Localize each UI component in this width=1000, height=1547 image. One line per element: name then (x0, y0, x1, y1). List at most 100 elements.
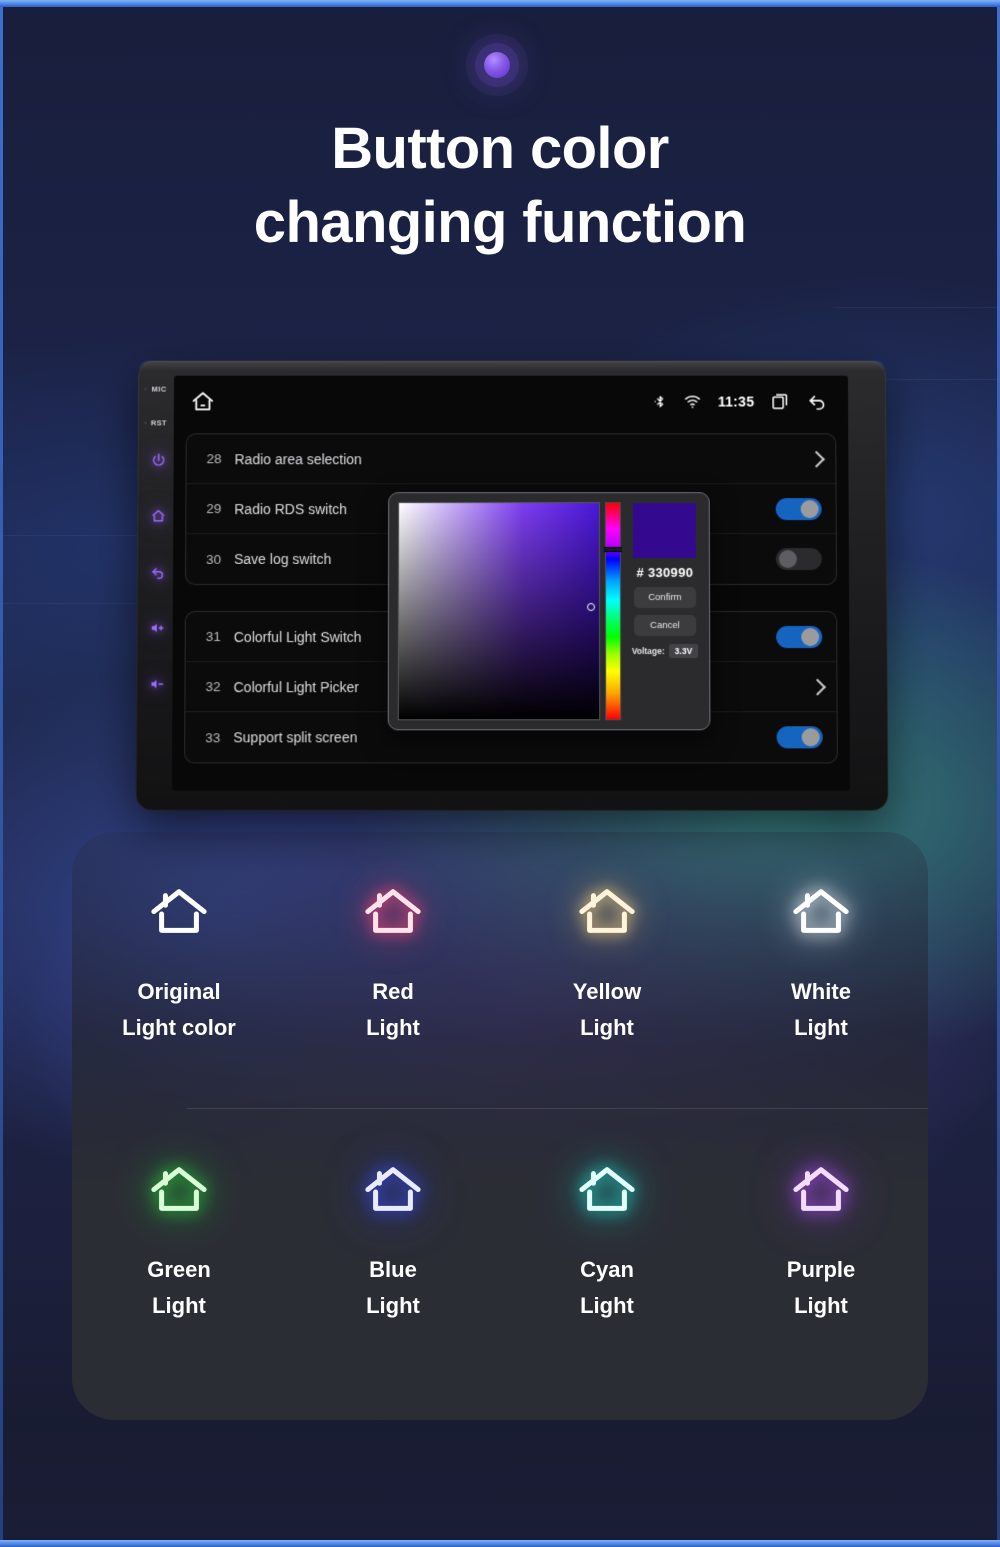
light-colors-card: Original Light color Red Light Yellow Li… (72, 832, 928, 1420)
reset-label: RST (145, 418, 173, 427)
selected-color-swatch (633, 503, 697, 559)
row-label: Colorful Light Picker (233, 678, 360, 695)
hex-value-display: #330990 (636, 565, 693, 580)
confirm-button[interactable]: Confirm (633, 586, 696, 609)
bluetooth-status-icon (653, 393, 668, 411)
volume-up-button[interactable] (146, 616, 170, 640)
light-color-item-white[interactable]: White Light (714, 832, 928, 1110)
row-number: 29 (206, 501, 222, 517)
caption-line-1: Red (372, 979, 414, 1004)
toggle-split-screen[interactable] (776, 726, 823, 749)
status-home-button[interactable] (190, 389, 216, 415)
toggle-radio-rds[interactable] (775, 497, 822, 520)
row-label: Radio RDS switch (234, 500, 348, 517)
device-screen: 11:35 28 Radio area selection 29 Radio R… (171, 375, 851, 791)
row-label: Support split screen (233, 729, 358, 746)
hash-symbol: # (636, 565, 645, 581)
color-picker-dialog: #330990 Confirm Cancel Voltage: 3.3V (387, 492, 711, 731)
toggle-knob (801, 627, 820, 646)
hue-slider-handle[interactable] (604, 547, 622, 553)
page-frame-bottom (0, 1540, 1000, 1547)
status-back-button[interactable] (806, 391, 828, 413)
wifi-status-icon (684, 394, 702, 410)
power-button[interactable] (147, 448, 171, 472)
page-title-line-1: Button color (331, 116, 669, 181)
cancel-button[interactable]: Cancel (633, 615, 696, 637)
row-number: 28 (206, 451, 222, 467)
row-number: 33 (205, 729, 221, 745)
home-icon (793, 1167, 849, 1211)
light-color-caption: Original Light color (122, 974, 236, 1046)
light-color-item-green[interactable]: Green Light (72, 1110, 286, 1420)
decorative-glow-dot (484, 52, 510, 78)
caption-line-1: Green (147, 1257, 211, 1282)
light-color-caption: White Light (791, 974, 851, 1046)
back-arrow-icon (806, 391, 828, 413)
light-color-caption: Yellow Light (573, 974, 641, 1046)
caption-line-2: Light (794, 1293, 848, 1318)
chevron-right-icon[interactable] (811, 678, 822, 696)
mic-label: MIC (145, 385, 173, 394)
caption-line-1: Original (137, 979, 221, 1004)
caption-line-2: Light (152, 1293, 206, 1318)
row-label: Save log switch (234, 551, 332, 568)
car-head-unit: MIC RST 11:35 28 Radio area selection 29… (135, 360, 889, 811)
toggle-save-log[interactable] (775, 548, 822, 571)
hue-slider[interactable] (604, 502, 622, 721)
light-colors-grid: Original Light color Red Light Yellow Li… (72, 832, 928, 1420)
color-picker-controls: #330990 Confirm Cancel Voltage: 3.3V (630, 502, 701, 720)
light-color-item-purple[interactable]: Purple Light (714, 1110, 928, 1420)
toggle-knob (778, 550, 797, 569)
caption-line-1: White (791, 979, 851, 1004)
page-frame-top (0, 0, 1000, 7)
device-bezel-highlight (138, 360, 886, 371)
page-title: Button color changing function (0, 112, 1000, 260)
light-color-item-red[interactable]: Red Light (286, 832, 500, 1110)
home-icon (151, 1167, 207, 1211)
light-color-caption: Red Light (366, 974, 420, 1046)
saturation-value-area[interactable] (397, 502, 601, 721)
light-color-item-yellow[interactable]: Yellow Light (500, 832, 714, 1110)
caption-line-2: Light color (122, 1015, 236, 1040)
device-chassis: MIC RST 11:35 28 Radio area selection 29… (135, 360, 889, 811)
status-clock: 11:35 (717, 393, 755, 410)
light-color-item-original[interactable]: Original Light color (72, 832, 286, 1110)
home-icon (579, 889, 635, 933)
chevron-right-icon[interactable] (810, 450, 821, 468)
voltage-value: 3.3V (668, 644, 699, 659)
volume-up-icon (151, 623, 164, 632)
back-button[interactable] (146, 560, 170, 584)
light-color-item-blue[interactable]: Blue Light (286, 1110, 500, 1420)
bluetooth-icon (654, 393, 668, 411)
caption-line-2: Light (366, 1293, 420, 1318)
home-icon (190, 389, 216, 415)
recent-apps-button[interactable] (770, 392, 790, 412)
wifi-icon (684, 394, 702, 408)
caption-line-2: Light (580, 1015, 634, 1040)
toggle-knob (801, 728, 820, 747)
row-number: 31 (205, 629, 221, 645)
caption-line-1: Yellow (572, 979, 642, 1004)
home-icon (365, 889, 421, 933)
toggle-knob (800, 499, 819, 518)
caption-line-2: Light (794, 1015, 848, 1040)
home-icon (152, 510, 165, 522)
power-icon (153, 454, 165, 467)
row-number: 32 (205, 679, 221, 695)
toggle-colorful-light[interactable] (776, 625, 823, 648)
light-color-item-cyan[interactable]: Cyan Light (500, 1110, 714, 1420)
row-label: Colorful Light Switch (233, 628, 362, 645)
volume-down-button[interactable] (145, 672, 169, 696)
light-color-caption: Blue Light (366, 1252, 420, 1324)
row-number: 30 (206, 551, 222, 567)
home-button[interactable] (146, 504, 170, 528)
page-title-line-2: changing function (253, 190, 747, 255)
volume-down-icon (151, 680, 164, 689)
home-icon (365, 1167, 421, 1211)
settings-row-28[interactable]: 28 Radio area selection (186, 434, 836, 485)
color-cursor[interactable] (587, 603, 596, 612)
light-color-caption: Cyan Light (580, 1252, 634, 1324)
caption-line-1: Cyan (580, 1257, 634, 1282)
voltage-row: Voltage: 3.3V (632, 644, 699, 659)
light-color-caption: Green Light (147, 1252, 211, 1324)
